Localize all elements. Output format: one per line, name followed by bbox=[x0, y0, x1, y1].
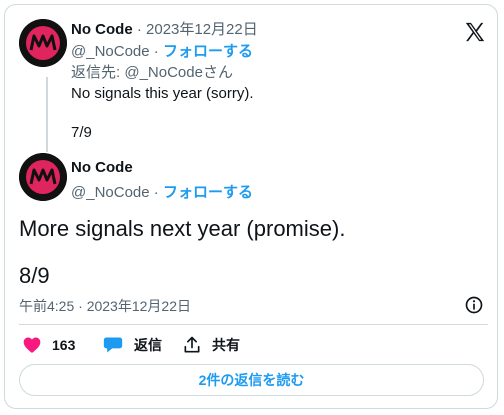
tweet-timestamp[interactable]: 午前4:25 · 2023年12月22日 bbox=[19, 296, 191, 316]
like-count: 163 bbox=[52, 337, 76, 353]
display-name[interactable]: No Code bbox=[71, 21, 133, 38]
embedded-tweet-card: No Code · 2023年12月22日 @_NoCode · フォローする … bbox=[4, 4, 498, 409]
reply-tweet-counter: 7/9 bbox=[71, 124, 92, 141]
main-tweet-text: More signals next year (promise). bbox=[19, 216, 346, 241]
separator-dot: · bbox=[149, 184, 163, 201]
replying-handle[interactable]: @_NoCode bbox=[124, 64, 203, 81]
heart-icon bbox=[23, 337, 41, 353]
separator-dot: · bbox=[149, 43, 163, 60]
reply-button[interactable]: 返信 bbox=[102, 335, 162, 355]
share-icon bbox=[184, 336, 200, 353]
replying-to: 返信先: @_NoCodeさん bbox=[71, 61, 233, 82]
replying-prefix: 返信先: bbox=[71, 64, 125, 81]
speech-bubble-icon bbox=[103, 337, 123, 353]
reply-tweet-handle-row: @_NoCode · フォローする bbox=[71, 40, 253, 61]
handle[interactable]: @_NoCode bbox=[71, 184, 150, 201]
no-code-logo-icon bbox=[19, 19, 67, 67]
reply-label: 返信 bbox=[134, 337, 162, 353]
thread-connector-line bbox=[46, 77, 48, 152]
follow-button[interactable]: フォローする bbox=[163, 184, 253, 201]
reply-tweet-header: No Code · 2023年12月22日 bbox=[71, 18, 258, 39]
tweet-date[interactable]: · 2023年12月22日 bbox=[137, 21, 258, 38]
avatar-reply-tweet[interactable] bbox=[19, 19, 67, 67]
replying-suffix: さん bbox=[202, 64, 233, 81]
x-logo-icon[interactable] bbox=[464, 21, 486, 43]
like-button[interactable]: 163 bbox=[22, 335, 75, 355]
divider bbox=[19, 324, 488, 325]
main-tweet-handle-row: @_NoCode · フォローする bbox=[71, 181, 253, 202]
share-label: 共有 bbox=[212, 337, 240, 353]
no-code-logo-icon bbox=[19, 153, 67, 201]
handle[interactable]: @_NoCode bbox=[71, 43, 150, 60]
main-tweet-display-name[interactable]: No Code bbox=[71, 159, 133, 176]
info-icon[interactable] bbox=[464, 295, 484, 315]
read-replies-button[interactable]: 2件の返信を読む bbox=[19, 364, 484, 396]
avatar-main-tweet[interactable] bbox=[19, 153, 67, 201]
main-tweet-counter: 8/9 bbox=[19, 263, 50, 288]
share-button[interactable]: 共有 bbox=[182, 335, 240, 355]
reply-tweet-text: No signals this year (sorry). bbox=[71, 85, 254, 102]
follow-button[interactable]: フォローする bbox=[163, 43, 253, 60]
